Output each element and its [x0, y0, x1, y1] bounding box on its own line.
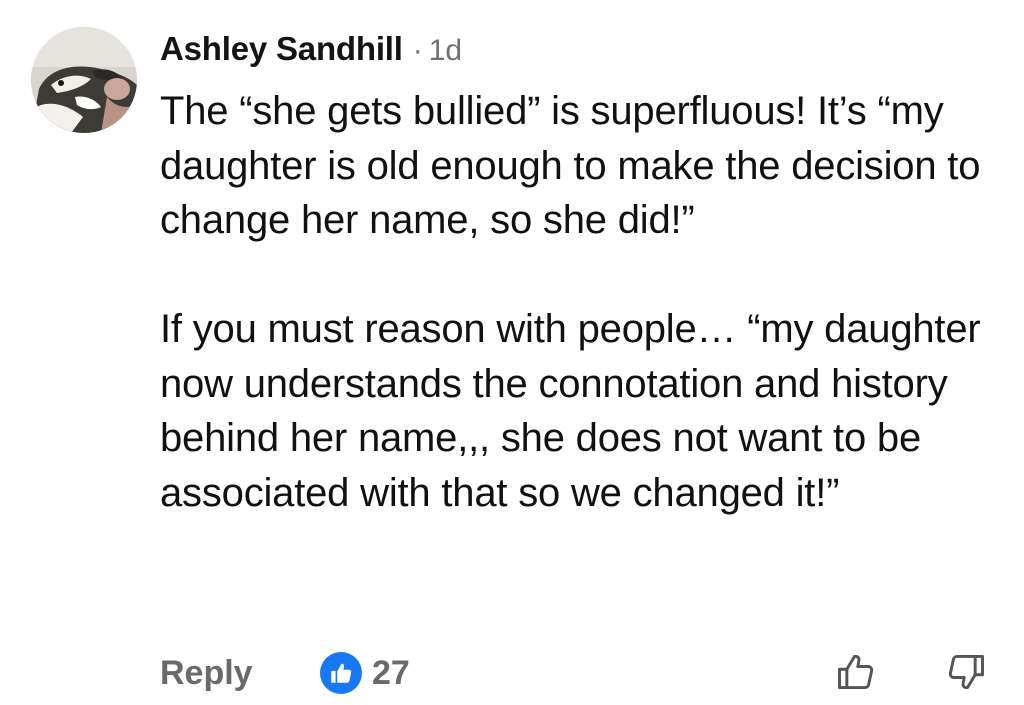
comment: Ashley Sandhill · 1d The “she gets bulli… [0, 0, 1024, 705]
profile-photo-cat [31, 27, 137, 133]
header-separator: · [412, 34, 423, 67]
comment-actions: Reply 27 [160, 648, 990, 704]
comment-header: Ashley Sandhill · 1d [160, 30, 462, 80]
comment-paragraph-2: If you must reason with people… “my daug… [160, 307, 981, 515]
comment-body: The “she gets bullied” is superfluous! I… [160, 84, 1010, 520]
author-name[interactable]: Ashley Sandhill [160, 30, 403, 68]
thumbs-down-outline-icon [948, 654, 984, 690]
timestamp[interactable]: 1d [429, 34, 462, 68]
upvote-button[interactable] [832, 648, 880, 696]
avatar[interactable] [31, 27, 137, 133]
thumbs-up-badge-icon [320, 652, 362, 694]
thumbs-up-outline-icon [838, 654, 874, 690]
reply-button[interactable]: Reply [160, 654, 253, 693]
reaction-summary[interactable]: 27 [320, 652, 410, 694]
comment-paragraph-1: The “she gets bullied” is superfluous! I… [160, 89, 981, 242]
downvote-button[interactable] [942, 648, 990, 696]
reaction-count: 27 [372, 653, 410, 692]
